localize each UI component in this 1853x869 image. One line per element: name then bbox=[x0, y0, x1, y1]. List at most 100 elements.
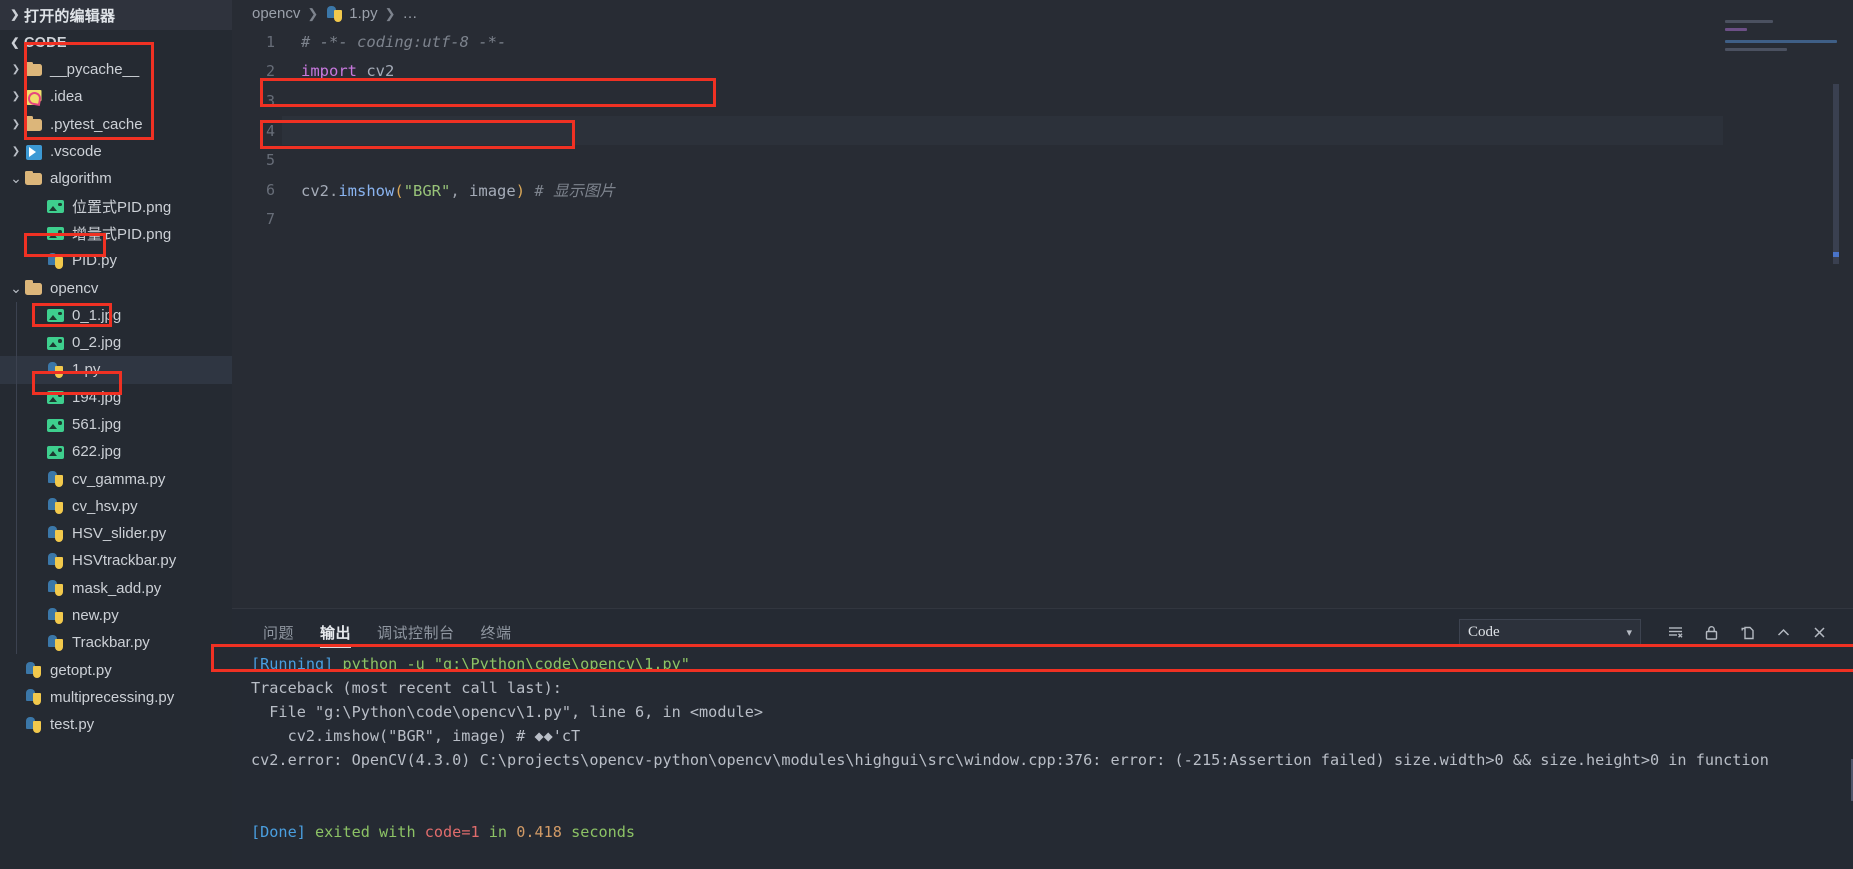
code-line[interactable]: 6 cv2.imshow("BGR", image) # 显示图片 bbox=[232, 175, 1853, 205]
code-line[interactable]: 3 bbox=[232, 86, 1853, 116]
terminal-text: File "g:\Python\code\opencv\1.py", line … bbox=[251, 703, 764, 721]
lock-scroll-button[interactable] bbox=[1693, 616, 1729, 648]
indent-guide bbox=[16, 302, 17, 654]
breadcrumb-more[interactable]: … bbox=[403, 5, 418, 22]
vscode-window: ❯ 打开的编辑器 ❮ CODE ❯ __pycache__ ❯ .idea ❯ .pyte… bbox=[0, 0, 1853, 869]
line-content: cv2.imshow("BGR", image) # 显示图片 bbox=[282, 179, 615, 201]
tree-item[interactable]: multiprecessing.py bbox=[0, 684, 232, 711]
breadcrumb-folder[interactable]: opencv bbox=[252, 5, 300, 22]
tree-item[interactable]: new.py bbox=[0, 602, 232, 629]
tree-item[interactable]: ❯ .vscode bbox=[0, 138, 232, 165]
terminal-line: cv2.imshow("BGR", image) # ◆◆'cT bbox=[232, 727, 1853, 751]
close-panel-button[interactable] bbox=[1801, 616, 1837, 648]
tree-item[interactable]: ⌄ algorithm bbox=[0, 165, 232, 192]
tree-item-label: __pycache__ bbox=[50, 61, 140, 79]
chevron-right-icon[interactable]: ❯ bbox=[8, 64, 24, 75]
tree-item-label: cv_hsv.py bbox=[72, 497, 138, 515]
terminal-line: [Running] python -u "g:\Python\code\open… bbox=[232, 655, 1853, 679]
image-file-icon bbox=[46, 333, 65, 352]
chevron-right-icon[interactable]: ❯ bbox=[8, 146, 24, 157]
tree-item[interactable]: ❯ .idea bbox=[0, 83, 232, 110]
code-line[interactable]: 1 # -*- coding:utf-8 -*- bbox=[232, 27, 1853, 57]
tree-item-label: 0_2.jpg bbox=[72, 334, 122, 352]
line-content: import cv2 bbox=[282, 62, 394, 80]
terminal-text: [Done] bbox=[251, 823, 316, 841]
tree-item[interactable]: 622.jpg bbox=[0, 438, 232, 465]
tree-item[interactable]: HSVtrackbar.py bbox=[0, 547, 232, 574]
maximize-panel-button[interactable] bbox=[1765, 616, 1801, 648]
tree-item[interactable]: 0_2.jpg bbox=[0, 329, 232, 356]
tree-item[interactable]: 561.jpg bbox=[0, 411, 232, 438]
code-token: "BGR" bbox=[403, 181, 451, 200]
image-file-icon bbox=[46, 442, 65, 461]
panel-tab[interactable]: 终端 bbox=[468, 609, 525, 655]
code-line[interactable]: 2 import cv2 bbox=[232, 57, 1853, 87]
python-file-icon bbox=[325, 4, 344, 23]
tree-item[interactable]: cv_gamma.py bbox=[0, 465, 232, 492]
open-editors-section-header[interactable]: ❯ 打开的编辑器 bbox=[0, 0, 232, 30]
code-token: cv2 bbox=[357, 62, 395, 81]
tree-item[interactable]: ⌄ opencv bbox=[0, 274, 232, 301]
chevron-right-icon[interactable]: ❯ bbox=[8, 119, 24, 130]
terminal-text: Traceback (most recent call last): bbox=[251, 679, 562, 697]
panel-tabs: 问题 输出 调试控制台 终端 bbox=[250, 609, 525, 655]
tree-item-label: .idea bbox=[50, 88, 83, 106]
terminal-line: Traceback (most recent call last): bbox=[232, 679, 1853, 703]
panel-tab[interactable]: 问题 bbox=[250, 609, 307, 655]
panel-tab[interactable]: 输出 bbox=[307, 609, 364, 655]
tree-item[interactable]: 位置式PID.png bbox=[0, 192, 232, 219]
tree-item[interactable]: mask_add.py bbox=[0, 575, 232, 602]
terminal-line: File "g:\Python\code\opencv\1.py", line … bbox=[232, 703, 1853, 727]
terminal-text: [Running] bbox=[251, 655, 343, 673]
tree-item[interactable]: ❯ __pycache__ bbox=[0, 56, 232, 83]
code-line[interactable]: 4image = cv2.imread('622.jpg') # 根据路径读取一… bbox=[232, 115, 1853, 146]
code-line[interactable]: 5 bbox=[232, 145, 1853, 175]
image-file-icon bbox=[46, 415, 65, 434]
tree-item[interactable]: cv_hsv.py bbox=[0, 493, 232, 520]
breadcrumb-file[interactable]: 1.py bbox=[349, 5, 377, 22]
image-file-icon bbox=[46, 306, 65, 325]
tree-item[interactable]: 1.py bbox=[0, 356, 232, 384]
project-section-header[interactable]: ❮ CODE bbox=[0, 30, 232, 56]
panel-header: 问题 输出 调试控制台 终端 Code ▾ bbox=[232, 609, 1853, 655]
minimap-error-marker bbox=[1833, 252, 1839, 257]
chevron-right-icon: ❯ bbox=[10, 8, 20, 21]
image-file-icon bbox=[46, 197, 65, 216]
line-number: 6 bbox=[265, 180, 275, 199]
tree-item-label: test.py bbox=[50, 716, 95, 734]
terminal-text: seconds bbox=[561, 823, 636, 841]
tree-item-label: multiprecessing.py bbox=[50, 688, 175, 706]
breadcrumb: opencv ❯ 1.py ❯ … bbox=[252, 0, 418, 27]
tree-item[interactable]: Trackbar.py bbox=[0, 629, 232, 656]
tree-item[interactable]: test.py bbox=[0, 711, 232, 738]
tree-item[interactable]: ❯ .pytest_cache bbox=[0, 111, 232, 138]
tree-item[interactable]: PID.py bbox=[0, 247, 232, 274]
output-terminal[interactable]: [Running] python -u "g:\Python\code\open… bbox=[232, 655, 1853, 869]
chevron-down-icon[interactable]: ⌄ bbox=[8, 280, 24, 297]
python-file-icon bbox=[46, 360, 65, 379]
minimap[interactable] bbox=[1719, 6, 1839, 566]
tree-item[interactable]: 194.jpg bbox=[0, 384, 232, 411]
panel-tab[interactable]: 调试控制台 bbox=[364, 609, 468, 655]
chevron-down-icon[interactable]: ⌄ bbox=[8, 170, 24, 187]
tree-item[interactable]: HSV_slider.py bbox=[0, 520, 232, 547]
output-channel-select[interactable]: Code ▾ bbox=[1459, 619, 1641, 645]
code-line[interactable]: 7 bbox=[232, 205, 1853, 235]
code-editor[interactable]: opencv ❯ 1.py ❯ … 1 # -*- coding:utf-8 -*… bbox=[232, 0, 1853, 608]
chevron-down-icon: ❮ bbox=[10, 36, 20, 49]
chevron-right-icon[interactable]: ❯ bbox=[8, 91, 24, 102]
tree-item[interactable]: getopt.py bbox=[0, 657, 232, 684]
minimap-slider[interactable] bbox=[1833, 84, 1839, 264]
tree-item-label: getopt.py bbox=[50, 661, 112, 679]
tree-item[interactable]: 0_1.jpg bbox=[0, 302, 232, 329]
tree-item[interactable]: 增量式PID.png bbox=[0, 220, 232, 247]
clear-output-button[interactable] bbox=[1657, 616, 1693, 648]
image-file-icon bbox=[46, 388, 65, 407]
code-lines[interactable]: 1# -*- coding:utf-8 -*-2import cv234imag… bbox=[232, 27, 1853, 608]
folder-icon bbox=[24, 279, 43, 298]
open-in-editor-button[interactable] bbox=[1729, 616, 1765, 648]
line-number: 4 bbox=[265, 121, 275, 140]
tree-item-label: HSVtrackbar.py bbox=[72, 552, 177, 570]
folder-icon bbox=[24, 169, 43, 188]
